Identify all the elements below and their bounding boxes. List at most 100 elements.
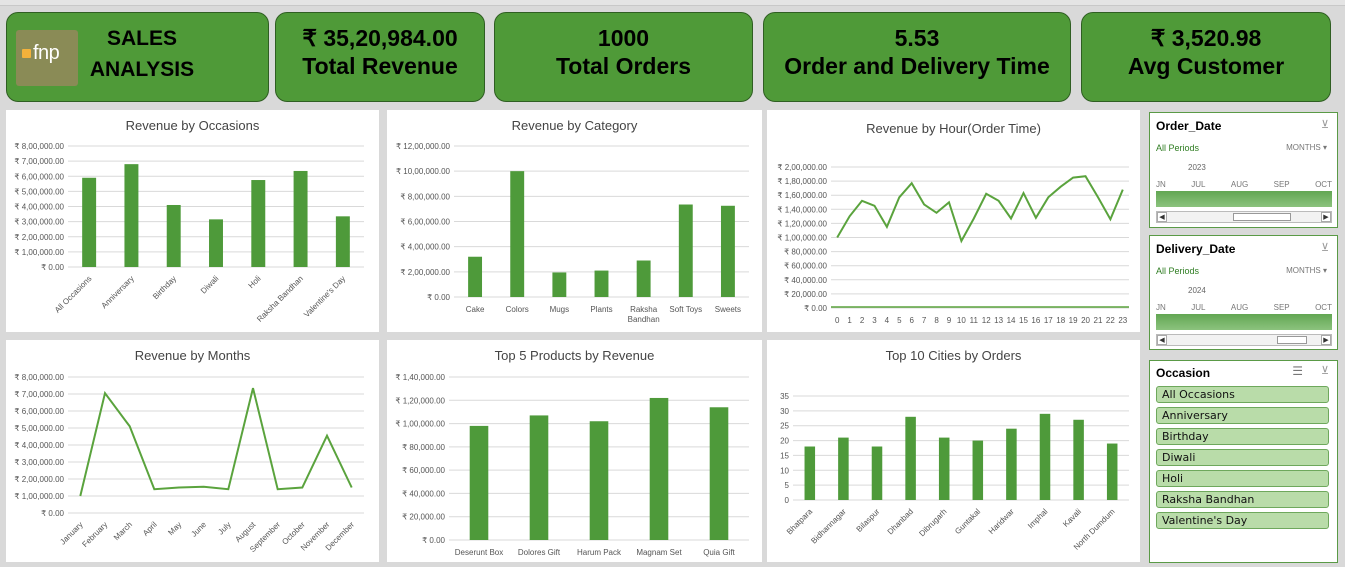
chart-top-cities[interactable]: Top 10 Cities by Orders 0 5 10 15 20 25 30 35 Bha…	[767, 340, 1140, 562]
series-line	[836, 175, 1124, 244]
y-tick-label: ₹ 40,000.00	[784, 276, 827, 285]
x-tick-label: 23	[1118, 316, 1127, 325]
kpi-avg-customer: ₹ 3,520.98 Avg Customer	[1081, 12, 1331, 102]
bar	[529, 415, 549, 540]
scroll-left-icon[interactable]: ◀	[1157, 335, 1167, 345]
timeline-month: AUG	[1230, 180, 1249, 189]
x-tick-label: Valentine's Day	[302, 274, 347, 319]
slicer-item-holi[interactable]: Holi	[1156, 470, 1329, 487]
x-tick-label: 0	[835, 316, 840, 325]
x-tick-label: 21	[1094, 316, 1103, 325]
bar	[678, 204, 693, 297]
multi-select-icon[interactable]: ☰	[1292, 364, 1303, 378]
chevron-down-icon: ▾	[1322, 143, 1327, 152]
clear-filter-icon[interactable]: ⊻	[1321, 118, 1329, 131]
y-tick-label: ₹ 8,00,000.00	[14, 373, 64, 382]
timeline-selection-bar[interactable]	[1156, 191, 1332, 207]
y-tick-label: ₹ 12,00,000.00	[396, 142, 451, 151]
y-tick-label: ₹ 10,00,000.00	[396, 167, 451, 176]
y-tick-label: ₹ 5,00,000.00	[14, 424, 64, 433]
x-tick-label: 22	[1106, 316, 1115, 325]
slicer-item-raksha-bandhan[interactable]: Raksha Bandhan	[1156, 491, 1329, 508]
y-tick-label: ₹ 5,00,000.00	[14, 187, 64, 196]
x-tick-label: 10	[957, 316, 966, 325]
kpi-label: Order and Delivery Time	[784, 53, 1050, 79]
bar	[1073, 419, 1084, 500]
delivery-date-timeline[interactable]: Delivery_Date ⊻ All Periods MONTHS ▾ 202…	[1149, 235, 1338, 350]
bar	[905, 416, 916, 500]
y-tick-label: ₹ 6,00,000.00	[14, 172, 64, 181]
x-tick-label: Quia Gift	[703, 548, 735, 557]
bar	[720, 205, 735, 297]
timeline-month: JN	[1156, 303, 1166, 312]
y-tick-label: ₹ 80,000.00	[402, 443, 445, 452]
bar	[510, 171, 525, 297]
time-level-dropdown[interactable]: MONTHS ▾	[1286, 143, 1327, 152]
x-tick-label: 20	[1081, 316, 1090, 325]
x-tick-label: 12	[982, 316, 991, 325]
scroll-thumb[interactable]	[1277, 336, 1307, 344]
chart-title: Revenue by Hour(Order Time)	[866, 121, 1041, 136]
slicer-item-valentines-day[interactable]: Valentine's Day	[1156, 512, 1329, 529]
bar	[636, 260, 651, 297]
chart-top-products[interactable]: Top 5 Products by Revenue ₹ 0.00 ₹ 20,000.…	[387, 340, 762, 562]
x-tick-label: Cake	[466, 305, 485, 314]
y-tick-label: ₹ 7,00,000.00	[14, 157, 64, 166]
timeline-month: OCT	[1315, 180, 1332, 189]
x-tick-label: 17	[1044, 316, 1053, 325]
kpi-label: Avg Customer	[1127, 53, 1285, 79]
bar	[804, 446, 816, 500]
timeline-selection-bar[interactable]	[1156, 314, 1332, 330]
chart-svg: Revenue by Occasions ₹ 0.00 ₹ 1,00,000.00 ₹…	[14, 118, 364, 324]
timeline-months: JN JUL AUG SEP OCT	[1156, 180, 1332, 189]
timeline-scrollbar[interactable]: ◀ ▶	[1156, 334, 1332, 346]
x-tick-label: Mugs	[550, 305, 570, 314]
y-tick-label: 30	[780, 407, 789, 416]
kpi-value: 1000	[597, 25, 650, 51]
timeline-scrollbar[interactable]: ◀ ▶	[1156, 211, 1332, 223]
scroll-thumb[interactable]	[1233, 213, 1291, 221]
all-periods-label: All Periods	[1156, 143, 1200, 153]
scroll-left-icon[interactable]: ◀	[1157, 212, 1167, 222]
order-date-timeline[interactable]: Order_Date ⊻ All Periods MONTHS ▾ 2023 J…	[1149, 112, 1338, 228]
bar	[293, 170, 308, 267]
kpi-total-revenue: ₹ 35,20,984.00 Total Revenue	[275, 12, 485, 102]
x-tick-label: 2	[860, 316, 865, 325]
y-tick-label: ₹ 0.00	[804, 304, 827, 313]
slicer-item-anniversary[interactable]: Anniversary	[1156, 407, 1329, 424]
x-tick-label: Kavali	[1061, 507, 1083, 529]
scroll-right-icon[interactable]: ▶	[1321, 335, 1331, 345]
chart-svg: Revenue by Category ₹ 0.00 ₹ 2,00,000.00 ₹ …	[396, 118, 749, 324]
x-tick-label: Deserunt Box	[455, 548, 503, 557]
scroll-right-icon[interactable]: ▶	[1321, 212, 1331, 222]
dashboard-title: SALES ANALYSIS	[87, 23, 197, 85]
chart-revenue-by-category[interactable]: Revenue by Category ₹ 0.00 ₹ 2,00,000.00 ₹ …	[387, 110, 762, 332]
x-tick-label: Diwali	[199, 274, 221, 296]
chart-revenue-by-occasions[interactable]: Revenue by Occasions ₹ 0.00 ₹ 1,00,000.00 ₹…	[6, 110, 379, 332]
bar	[838, 437, 849, 500]
y-tick-label: ₹ 0.00	[422, 536, 445, 545]
y-tick-label: ₹ 0.00	[41, 263, 64, 272]
slicer-item-diwali[interactable]: Diwali	[1156, 449, 1329, 466]
y-tick-label: 25	[780, 422, 789, 431]
title-line-2: ANALYSIS	[89, 58, 195, 81]
occasion-slicer[interactable]: Occasion ☰ ⊻ All Occasions Anniversary B…	[1149, 360, 1338, 563]
time-level-dropdown[interactable]: MONTHS ▾	[1286, 266, 1327, 275]
y-tick-label: ₹ 0.00	[427, 293, 450, 302]
slicer-item-birthday[interactable]: Birthday	[1156, 428, 1329, 445]
x-tick-label: May	[166, 520, 183, 537]
x-tick-line: Raksha	[630, 305, 658, 314]
timeline-month: AUG	[1230, 303, 1249, 312]
bar	[251, 180, 266, 267]
chart-revenue-by-months[interactable]: Revenue by Months ₹ 0.00 ₹ 1,00,000.00 ₹ 2,…	[6, 340, 379, 562]
x-tick-label: Dhanbad	[886, 507, 915, 536]
chart-title: Revenue by Category	[512, 118, 638, 133]
chart-revenue-by-hour[interactable]: Revenue by Hour(Order Time) ₹ 0.00 ₹ 20,00…	[767, 110, 1140, 332]
title-line-1: SALES	[106, 27, 177, 50]
clear-filter-icon[interactable]: ⊻	[1321, 364, 1329, 377]
y-tick-label: ₹ 20,000.00	[402, 513, 445, 522]
slicer-item-all-occasions[interactable]: All Occasions	[1156, 386, 1329, 403]
all-periods-label: All Periods	[1156, 266, 1200, 276]
x-tick-label: March	[112, 520, 134, 542]
clear-filter-icon[interactable]: ⊻	[1321, 241, 1329, 254]
